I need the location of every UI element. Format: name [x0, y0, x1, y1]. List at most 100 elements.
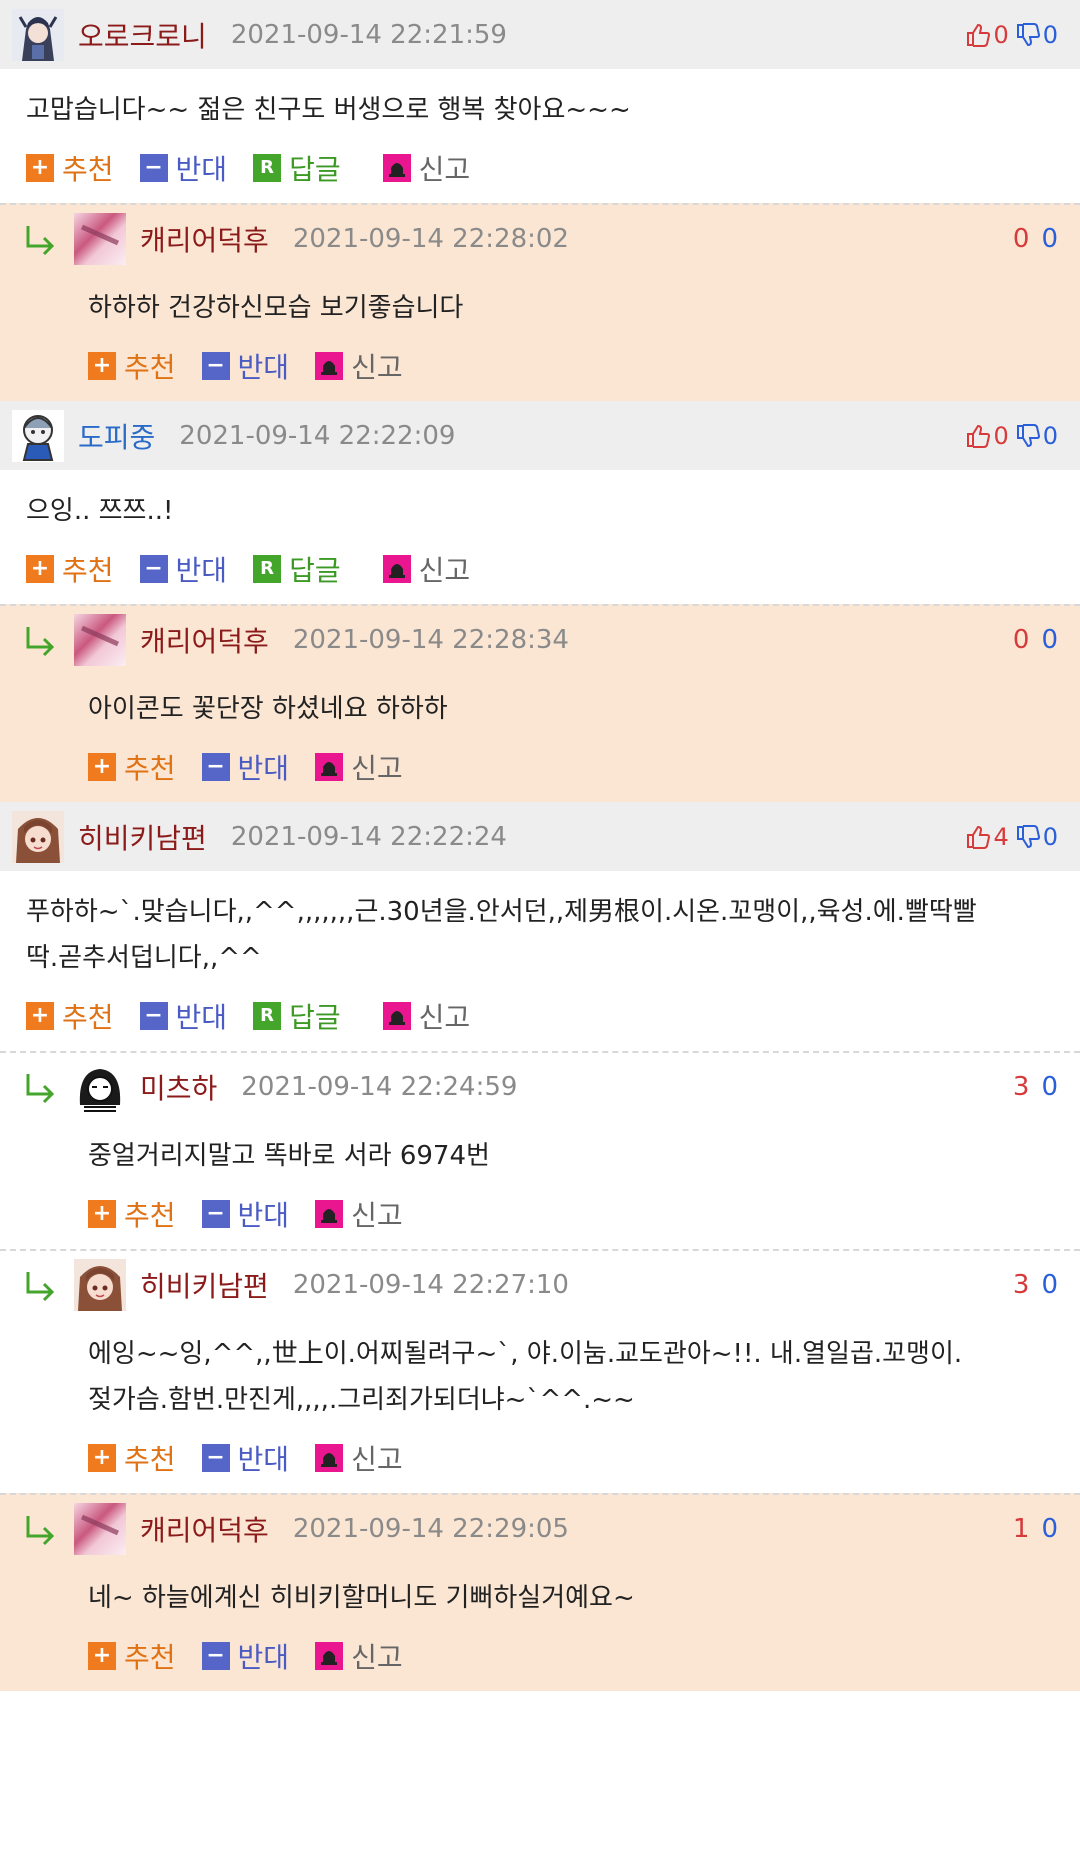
recommend-button[interactable]: + 추천 [88, 346, 176, 386]
reply-header: 캐리어덕후 2021-09-14 22:29:05 1 0 [0, 1495, 1080, 1563]
minus-icon: − [201, 753, 230, 781]
reply-arrow-icon [26, 226, 55, 256]
oppose-button[interactable]: − 반대 [201, 747, 289, 787]
author-nickname[interactable]: 캐리어덕후 [140, 620, 269, 660]
thumbs-up-icon [967, 23, 991, 47]
recommend-button[interactable]: + 추천 [88, 1194, 176, 1234]
reply-arrow-icon [26, 627, 55, 657]
avatar[interactable] [74, 213, 126, 265]
minus-icon: − [201, 1642, 230, 1670]
recommend-button[interactable]: + 추천 [88, 747, 176, 787]
avatar[interactable] [74, 1503, 126, 1555]
reply-body-line: 에잉~~잉,^^,,世上이.어찌될려구~`, 야.이눔.교도관아~!!. 내.열… [88, 1339, 963, 1369]
report-button[interactable]: 신고 [315, 1194, 403, 1234]
reply-arrow-icon [26, 1272, 55, 1302]
oppose-button[interactable]: − 반대 [201, 1194, 289, 1234]
plus-icon: + [88, 753, 116, 781]
reply-button[interactable]: R 답글 [253, 549, 341, 589]
siren-icon [382, 555, 411, 583]
author-nickname[interactable]: 오로크로니 [78, 15, 207, 55]
reply-button[interactable]: R 답글 [253, 996, 341, 1036]
oppose-button[interactable]: − 반대 [201, 1636, 289, 1676]
downvote-count: 0 [1041, 1270, 1058, 1300]
recommend-button[interactable]: + 추천 [26, 148, 114, 188]
report-button[interactable]: 신고 [382, 549, 470, 589]
chibi-character-avatar-icon [12, 409, 64, 462]
vote-counts: 0 0 [1011, 625, 1058, 655]
author-nickname[interactable]: 히비키남편 [140, 1265, 269, 1305]
author-nickname[interactable]: 캐리어덕후 [140, 219, 269, 259]
comment-timestamp: 2021-09-14 22:21:59 [230, 19, 507, 50]
author-nickname[interactable]: 캐리어덕후 [140, 1509, 269, 1549]
report-button[interactable]: 신고 [382, 148, 470, 188]
author-nickname[interactable]: 도피중 [78, 416, 155, 456]
reply-body: 네~ 하늘에계신 히비키할머니도 기뻐하실거예요~ [88, 1583, 635, 1613]
comment-body: 고맙습니다~~ 젊은 친구도 버생으로 행복 찾아요~~~ [0, 69, 1080, 133]
comment-timestamp: 2021-09-14 22:22:24 [230, 821, 507, 852]
siren-icon [315, 1642, 344, 1670]
avatar[interactable] [74, 1061, 126, 1113]
siren-icon [382, 1002, 411, 1030]
reply-comment: 캐리어덕후 2021-09-14 22:28:02 0 0 하하하 건강하신모습… [0, 203, 1080, 401]
minus-icon: − [201, 1200, 230, 1228]
minus-icon: − [139, 1002, 168, 1030]
reply-arrow-icon [26, 1074, 55, 1104]
reply-body: 하하하 건강하신모습 보기좋습니다 [88, 293, 464, 323]
report-button[interactable]: 신고 [382, 996, 470, 1036]
comment-header: 히비키남편 2021-09-14 22:22:24 4 0 [0, 802, 1080, 871]
plus-icon: + [26, 555, 54, 583]
upvote-count: 3 [1012, 1072, 1030, 1102]
oppose-button[interactable]: − 반대 [201, 346, 289, 386]
upvote-count: 0 [993, 20, 1009, 49]
vote-counts: 0 0 [965, 422, 1058, 450]
recommend-button[interactable]: + 추천 [88, 1438, 176, 1478]
comment: 도피중 2021-09-14 22:22:09 0 0 으잉.. 쯔쯔..! +… [0, 401, 1080, 604]
comment-actions: + 추천 − 반대 R 답글 신고 [0, 981, 1080, 1051]
comment: 오로크로니 2021-09-14 22:21:59 0 0 고맙습니다~~ 젊은… [0, 0, 1080, 203]
reply-button[interactable]: R 답글 [253, 148, 341, 188]
recommend-button[interactable]: + 추천 [26, 996, 114, 1036]
comment-timestamp: 2021-09-14 22:22:09 [179, 420, 456, 451]
recommend-button[interactable]: + 추천 [88, 1636, 176, 1676]
comment-timestamp: 2021-09-14 22:28:34 [292, 625, 569, 655]
comment-timestamp: 2021-09-14 22:29:05 [292, 1514, 569, 1544]
reply-comment: 미츠하 2021-09-14 22:24:59 3 0 중얼거리지말고 똑바로 … [0, 1051, 1080, 1249]
author-nickname[interactable]: 히비키남편 [78, 817, 207, 857]
reply-actions: + 추천 − 반대 신고 [0, 1179, 1080, 1249]
reply-badge-icon: R [253, 154, 282, 182]
avatar[interactable] [74, 1259, 126, 1311]
avatar[interactable] [12, 8, 64, 61]
upvote-count: 4 [993, 822, 1009, 851]
siren-icon [382, 154, 411, 182]
reply-badge-icon: R [253, 1002, 282, 1030]
report-button[interactable]: 신고 [315, 1438, 403, 1478]
recommend-button[interactable]: + 추천 [26, 549, 114, 589]
author-nickname[interactable]: 미츠하 [140, 1067, 217, 1107]
downvote-count: 0 [1042, 421, 1058, 450]
reply-actions: + 추천 − 반대 신고 [0, 331, 1080, 401]
vote-counts: 0 0 [1011, 224, 1058, 254]
blurred-pink-avatar-icon [74, 1503, 126, 1555]
thumbs-down-icon [1016, 22, 1040, 46]
comment-body-line: 푸하하~`.맞습니다,,^^,,,,,,,근.30년을.안서던,,제男根이.시온… [26, 897, 977, 927]
report-button[interactable]: 신고 [315, 1636, 403, 1676]
plus-icon: + [88, 352, 116, 380]
avatar[interactable] [12, 409, 64, 462]
vote-counts: 3 0 [1011, 1072, 1058, 1102]
oppose-button[interactable]: − 반대 [139, 148, 227, 188]
downvote-count: 0 [1041, 1072, 1058, 1102]
avatar[interactable] [74, 614, 126, 666]
brown-hair-girl-avatar-icon [74, 1259, 126, 1311]
oppose-button[interactable]: − 반대 [139, 549, 227, 589]
oppose-button[interactable]: − 반대 [201, 1438, 289, 1478]
report-button[interactable]: 신고 [315, 346, 403, 386]
reply-header: 미츠하 2021-09-14 22:24:59 3 0 [0, 1053, 1080, 1121]
upvote-count: 0 [993, 421, 1009, 450]
minus-icon: − [139, 555, 168, 583]
thumbs-down-icon [1016, 423, 1040, 447]
report-button[interactable]: 신고 [315, 747, 403, 787]
avatar[interactable] [12, 810, 64, 863]
reply-comment: 캐리어덕후 2021-09-14 22:28:34 0 0 아이콘도 꽃단장 하… [0, 604, 1080, 802]
plus-icon: + [26, 154, 54, 182]
oppose-button[interactable]: − 반대 [139, 996, 227, 1036]
